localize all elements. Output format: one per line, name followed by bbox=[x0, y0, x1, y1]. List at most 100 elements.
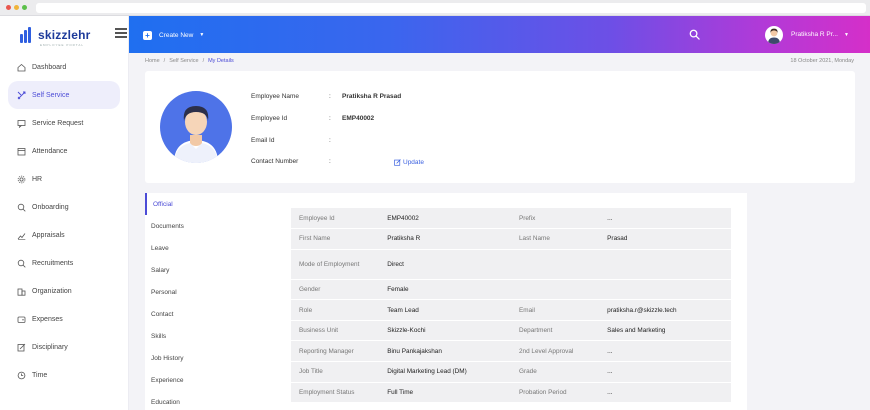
minimize-window-dot[interactable] bbox=[14, 5, 19, 10]
tab-documents[interactable]: Documents bbox=[145, 215, 277, 237]
trend-icon bbox=[17, 231, 26, 240]
sidebar-item-expenses[interactable]: Expenses bbox=[8, 305, 120, 333]
tab-leave[interactable]: Leave bbox=[145, 237, 277, 259]
sidebar-item-organization[interactable]: Organization bbox=[8, 277, 120, 305]
sidebar-item-label: Organization bbox=[32, 287, 72, 295]
detail-value: Skizzle-Kochi bbox=[379, 320, 511, 342]
sidebar-item-disciplinary[interactable]: Disciplinary bbox=[8, 333, 120, 361]
wallet-icon bbox=[17, 315, 26, 324]
logo-tagline: EMPLOYEE PORTAL bbox=[40, 43, 85, 47]
building-icon bbox=[17, 287, 26, 296]
sidebar-nav: Dashboard Self Service Service Request Atte… bbox=[8, 53, 120, 389]
sidebar-item-label: HR bbox=[32, 175, 43, 183]
detail-label: Last Name bbox=[510, 228, 600, 250]
update-contact-button[interactable]: Update bbox=[394, 159, 424, 166]
detail-label: 2nd Level Approval bbox=[510, 340, 600, 363]
detail-label: Role bbox=[291, 299, 380, 321]
colon: : bbox=[329, 137, 331, 144]
close-window-dot[interactable] bbox=[6, 5, 11, 10]
maximize-window-dot[interactable] bbox=[22, 5, 27, 10]
colon: : bbox=[329, 158, 331, 165]
sidebar-item-appraisals[interactable]: Appraisals bbox=[8, 221, 120, 249]
user-avatar bbox=[765, 25, 783, 44]
search-icon[interactable] bbox=[689, 29, 700, 40]
create-new-button[interactable]: + Create New ▼ bbox=[143, 28, 204, 42]
official-details-panel: Employee Id EMP40002 Prefix... First Name Pr… bbox=[277, 193, 747, 410]
tab-experience[interactable]: Experience bbox=[145, 369, 277, 391]
detail-label bbox=[510, 279, 600, 301]
logo-text: skizzlehr bbox=[38, 28, 91, 42]
breadcrumb-item: My Details bbox=[208, 58, 234, 64]
detail-label bbox=[510, 249, 600, 280]
sidebar-item-self-service[interactable]: Self Service bbox=[8, 81, 120, 109]
sidebar-item-label: Attendance bbox=[32, 147, 68, 155]
detail-value: Female bbox=[379, 279, 511, 301]
address-bar[interactable] bbox=[36, 3, 866, 13]
sidebar-item-label: Time bbox=[32, 371, 48, 379]
detail-label: Business Unit bbox=[291, 320, 380, 342]
sidebar-item-label: Recruitments bbox=[32, 259, 74, 267]
browser-chrome bbox=[0, 0, 870, 16]
breadcrumb-separator: / bbox=[202, 58, 205, 64]
official-details-table: Employee Id EMP40002 Prefix... First Name Pr… bbox=[291, 208, 731, 404]
detail-label: Prefix bbox=[510, 208, 600, 230]
sidebar-item-label: Disciplinary bbox=[32, 343, 68, 351]
table-row: Employment Status Full Time Probation Peri… bbox=[291, 382, 731, 404]
profile-field-label: Employee Name bbox=[251, 93, 300, 100]
gear-icon bbox=[17, 175, 26, 184]
logo-mark-icon bbox=[20, 27, 34, 43]
detail-value: Full Time bbox=[379, 382, 511, 404]
detail-value: Binu Pankajakshan bbox=[379, 340, 511, 363]
user-name: Pratiksha R Pr... bbox=[791, 31, 838, 38]
profile-field-value: Pratiksha R Prasad bbox=[342, 93, 402, 100]
update-label: Update bbox=[403, 159, 424, 166]
breadcrumb: Home / Self Service / My Details bbox=[145, 58, 234, 64]
tab-personal[interactable]: Personal bbox=[145, 281, 277, 303]
tab-job-history[interactable]: Job History bbox=[145, 347, 277, 369]
detail-label: Employment Status bbox=[291, 382, 380, 404]
detail-label: Employee Id bbox=[291, 208, 380, 230]
table-row: Business Unit Skizzle-Kochi Department Sale… bbox=[291, 320, 731, 342]
current-date: 18 October 2021, Monday bbox=[790, 58, 854, 64]
detail-label: Job Title bbox=[291, 361, 380, 383]
sidebar-item-dashboard[interactable]: Dashboard bbox=[8, 53, 120, 81]
table-row: First Name Pratiksha R Last Name Prasad bbox=[291, 228, 731, 250]
detail-value: Digital Marketing Lead (DM) bbox=[379, 361, 511, 383]
user-menu[interactable]: Pratiksha R Pr... ▼ bbox=[765, 25, 849, 44]
tab-contact[interactable]: Contact bbox=[145, 303, 277, 325]
detail-value: ... bbox=[599, 361, 731, 383]
tab-salary[interactable]: Salary bbox=[145, 259, 277, 281]
tab-education[interactable]: Education bbox=[145, 391, 277, 410]
sidebar-item-hr[interactable]: HR bbox=[8, 165, 120, 193]
detail-label: Department bbox=[510, 320, 600, 342]
detail-label: First Name bbox=[291, 228, 380, 250]
breadcrumb-item[interactable]: Home bbox=[145, 58, 160, 64]
detail-value: pratiksha.r@skizzle.tech bbox=[599, 299, 731, 321]
table-row: Job Title Digital Marketing Lead (DM) Grad… bbox=[291, 361, 731, 383]
plus-icon: + bbox=[143, 30, 152, 40]
detail-value: Sales and Marketing bbox=[599, 320, 731, 342]
sidebar-item-label: Dashboard bbox=[32, 63, 67, 71]
profile-field-label: Contact Number bbox=[251, 158, 299, 165]
profile-tabs: Official Documents Leave Salary Personal Cont… bbox=[145, 193, 277, 410]
chevron-down-icon: ▼ bbox=[843, 31, 849, 38]
sidebar-item-time[interactable]: Time bbox=[8, 361, 120, 389]
menu-toggle-icon[interactable] bbox=[115, 28, 127, 39]
sidebar-item-recruitments[interactable]: Recruitments bbox=[8, 249, 120, 277]
edit-icon bbox=[17, 343, 26, 352]
calendar-icon bbox=[17, 147, 26, 156]
detail-label: Probation Period bbox=[510, 382, 600, 404]
profile-avatar bbox=[160, 91, 232, 163]
sidebar-item-service-request[interactable]: Service Request bbox=[8, 109, 120, 137]
tab-skills[interactable]: Skills bbox=[145, 325, 277, 347]
detail-label: Email bbox=[510, 299, 600, 321]
colon: : bbox=[329, 93, 331, 100]
sidebar: skizzlehr EMPLOYEE PORTAL Dashboard Self … bbox=[0, 16, 129, 410]
detail-label: Grade bbox=[510, 361, 600, 383]
tab-official[interactable]: Official bbox=[145, 193, 277, 215]
detail-value: Direct bbox=[379, 249, 511, 280]
sidebar-item-onboarding[interactable]: Onboarding bbox=[8, 193, 120, 221]
breadcrumb-item[interactable]: Self Service bbox=[169, 58, 198, 64]
app-logo[interactable]: skizzlehr bbox=[20, 25, 91, 45]
sidebar-item-attendance[interactable]: Attendance bbox=[8, 137, 120, 165]
